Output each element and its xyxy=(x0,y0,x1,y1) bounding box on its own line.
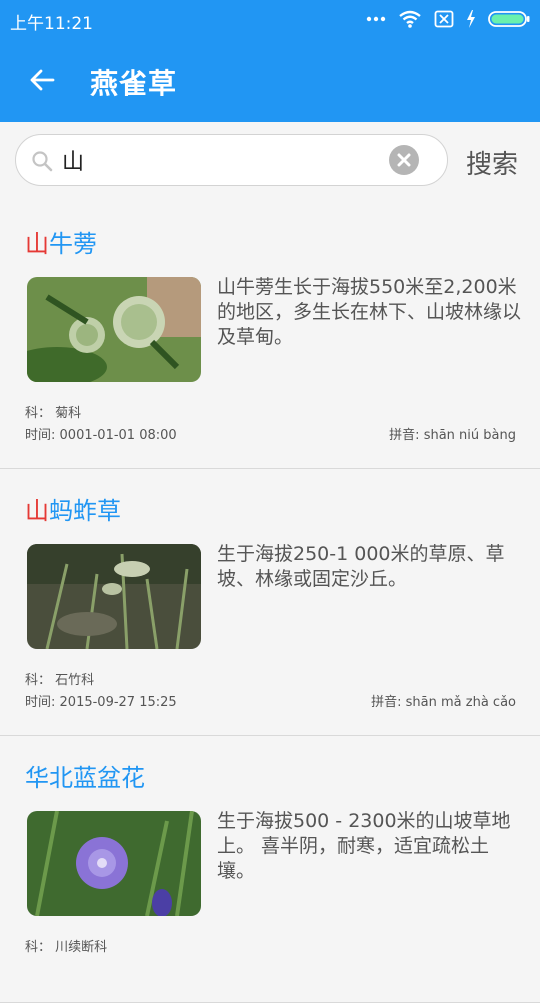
charging-icon xyxy=(467,10,475,28)
signal-dots-icon xyxy=(366,16,386,22)
plant-description: 生于海拔250-1 000米的草原、草坡、林缘或固定沙丘。 xyxy=(217,543,505,590)
plant-description: 山牛蒡生长于海拔550米至2,200米的地区，多生长在林下、山坡林缘以及草甸。 xyxy=(217,276,522,348)
grass-image xyxy=(27,544,201,649)
family-label: 科： xyxy=(25,940,52,955)
search-icon xyxy=(32,151,53,172)
plant-name-rest: 蚂蚱草 xyxy=(49,497,121,525)
pinyin-label: 拼音: xyxy=(389,428,420,443)
search-area: 搜索 xyxy=(0,122,540,202)
plant-thumbnail xyxy=(27,811,201,916)
family-label: 科： xyxy=(25,673,52,688)
family-value: 菊科 xyxy=(55,406,82,421)
plant-name-rest: 华北蓝盆花 xyxy=(25,764,145,792)
plant-family: 科： 川续断科 xyxy=(25,936,107,955)
search-button[interactable]: 搜索 xyxy=(466,144,518,181)
status-bar: 上午11:21 xyxy=(0,0,540,38)
family-value: 川续断科 xyxy=(55,940,108,955)
time-value: 0001-01-01 08:00 xyxy=(59,428,177,443)
plant-pinyin: 拼音: shān mǎ zhà cǎo xyxy=(371,691,516,710)
plant-pinyin: 拼音: shān niú bàng xyxy=(389,424,516,443)
plant-name: 华北蓝盆花 xyxy=(25,758,145,793)
search-box[interactable] xyxy=(15,134,448,186)
plant-thumbnail xyxy=(27,277,201,382)
close-icon xyxy=(397,153,411,167)
thistle-image xyxy=(27,277,201,382)
back-button[interactable] xyxy=(22,60,62,100)
search-input[interactable] xyxy=(62,145,382,175)
plant-name-match: 山 xyxy=(25,497,49,525)
list-item[interactable]: 华北蓝盆花 生于海拔500 - 2300米的山坡草地上。 喜半阴，耐寒，适宜疏松… xyxy=(0,736,540,1003)
back-arrow-icon xyxy=(30,69,55,91)
result-list: 山牛蒡 山牛蒡生长于海拔550米至2,200米的地区，多生长在林下、山坡林缘以及… xyxy=(0,202,540,1003)
no-sim-icon xyxy=(434,10,454,28)
family-value: 石竹科 xyxy=(55,673,95,688)
plant-time: 时间: 2015-09-27 15:25 xyxy=(25,691,177,710)
plant-name: 山牛蒡 xyxy=(25,224,97,259)
plant-thumbnail xyxy=(27,544,201,649)
battery-icon xyxy=(488,11,530,27)
wifi-icon xyxy=(399,10,421,28)
plant-description: 生于海拔500 - 2300米的山坡草地上。 喜半阴，耐寒，适宜疏松土壤。 xyxy=(217,810,511,882)
page-title: 燕雀草 xyxy=(90,67,178,100)
list-item[interactable]: 山牛蒡 山牛蒡生长于海拔550米至2,200米的地区，多生长在林下、山坡林缘以及… xyxy=(0,202,540,469)
time-value: 2015-09-27 15:25 xyxy=(59,695,177,710)
plant-name: 山蚂蚱草 xyxy=(25,491,121,526)
plant-name-rest: 牛蒡 xyxy=(49,230,97,258)
list-item[interactable]: 山蚂蚱草 生于海拔250-1 000米的草原、草坡、林缘或固定沙丘。 科： 石竹… xyxy=(0,469,540,736)
pinyin-value: shān niú bàng xyxy=(423,428,516,443)
clear-search-button[interactable] xyxy=(389,145,419,175)
time-label: 时间: xyxy=(25,428,56,443)
pinyin-label: 拼音: xyxy=(371,695,402,710)
plant-family: 科： 石竹科 xyxy=(25,669,94,688)
family-label: 科： xyxy=(25,406,52,421)
plant-family: 科： 菊科 xyxy=(25,402,81,421)
plant-name-match: 山 xyxy=(25,230,49,258)
app-bar: 燕雀草 xyxy=(0,38,540,122)
time-label: 时间: xyxy=(25,695,56,710)
blue-flower-image xyxy=(27,811,201,916)
plant-time: 时间: 0001-01-01 08:00 xyxy=(25,424,177,443)
status-time: 上午11:21 xyxy=(10,14,93,34)
pinyin-value: shān mǎ zhà cǎo xyxy=(405,695,516,710)
status-icons xyxy=(366,7,530,31)
